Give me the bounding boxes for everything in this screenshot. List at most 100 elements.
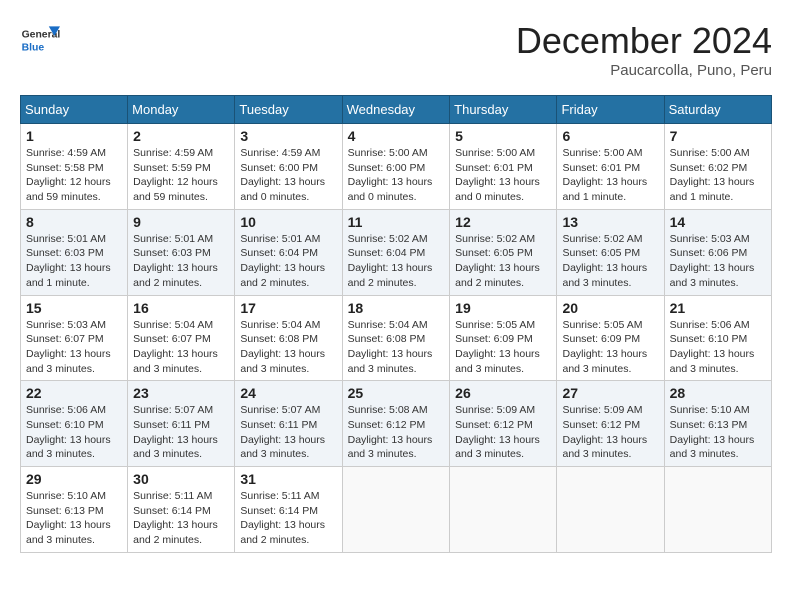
- day-header-friday: Friday: [557, 96, 664, 124]
- calendar-cell: 14 Sunrise: 5:03 AM Sunset: 6:06 PM Dayl…: [664, 209, 771, 295]
- day-number: 30: [133, 471, 229, 487]
- calendar-cell: 18 Sunrise: 5:04 AM Sunset: 6:08 PM Dayl…: [342, 295, 450, 381]
- day-number: 25: [348, 385, 445, 401]
- day-number: 5: [455, 128, 551, 144]
- day-info: Sunrise: 5:07 AM Sunset: 6:11 PM Dayligh…: [240, 403, 336, 462]
- day-header-saturday: Saturday: [664, 96, 771, 124]
- day-info: Sunrise: 5:04 AM Sunset: 6:08 PM Dayligh…: [348, 318, 445, 377]
- calendar-cell: 15 Sunrise: 5:03 AM Sunset: 6:07 PM Dayl…: [21, 295, 128, 381]
- day-info: Sunrise: 5:09 AM Sunset: 6:12 PM Dayligh…: [455, 403, 551, 462]
- calendar-cell: 1 Sunrise: 4:59 AM Sunset: 5:58 PM Dayli…: [21, 124, 128, 210]
- day-info: Sunrise: 4:59 AM Sunset: 6:00 PM Dayligh…: [240, 146, 336, 205]
- calendar-cell: 8 Sunrise: 5:01 AM Sunset: 6:03 PM Dayli…: [21, 209, 128, 295]
- day-info: Sunrise: 5:04 AM Sunset: 6:08 PM Dayligh…: [240, 318, 336, 377]
- day-number: 12: [455, 214, 551, 230]
- day-info: Sunrise: 5:02 AM Sunset: 6:05 PM Dayligh…: [562, 232, 658, 291]
- calendar-cell: 12 Sunrise: 5:02 AM Sunset: 6:05 PM Dayl…: [450, 209, 557, 295]
- day-number: 4: [348, 128, 445, 144]
- day-number: 28: [670, 385, 766, 401]
- calendar-cell: 29 Sunrise: 5:10 AM Sunset: 6:13 PM Dayl…: [21, 467, 128, 553]
- day-info: Sunrise: 5:00 AM Sunset: 6:00 PM Dayligh…: [348, 146, 445, 205]
- calendar-cell: 7 Sunrise: 5:00 AM Sunset: 6:02 PM Dayli…: [664, 124, 771, 210]
- day-number: 31: [240, 471, 336, 487]
- day-number: 14: [670, 214, 766, 230]
- day-info: Sunrise: 5:01 AM Sunset: 6:03 PM Dayligh…: [26, 232, 122, 291]
- calendar-cell: 16 Sunrise: 5:04 AM Sunset: 6:07 PM Dayl…: [128, 295, 235, 381]
- day-info: Sunrise: 4:59 AM Sunset: 5:58 PM Dayligh…: [26, 146, 122, 205]
- logo: General Blue: [20, 20, 66, 60]
- day-number: 10: [240, 214, 336, 230]
- day-info: Sunrise: 5:10 AM Sunset: 6:13 PM Dayligh…: [670, 403, 766, 462]
- day-info: Sunrise: 5:06 AM Sunset: 6:10 PM Dayligh…: [670, 318, 766, 377]
- svg-text:Blue: Blue: [22, 42, 45, 53]
- day-info: Sunrise: 5:03 AM Sunset: 6:06 PM Dayligh…: [670, 232, 766, 291]
- calendar-cell: [450, 467, 557, 553]
- day-number: 27: [562, 385, 658, 401]
- day-info: Sunrise: 5:00 AM Sunset: 6:01 PM Dayligh…: [562, 146, 658, 205]
- day-number: 19: [455, 300, 551, 316]
- calendar-cell: 21 Sunrise: 5:06 AM Sunset: 6:10 PM Dayl…: [664, 295, 771, 381]
- day-info: Sunrise: 5:02 AM Sunset: 6:04 PM Dayligh…: [348, 232, 445, 291]
- calendar-cell: 24 Sunrise: 5:07 AM Sunset: 6:11 PM Dayl…: [235, 381, 342, 467]
- calendar-cell: 27 Sunrise: 5:09 AM Sunset: 6:12 PM Dayl…: [557, 381, 664, 467]
- day-info: Sunrise: 5:07 AM Sunset: 6:11 PM Dayligh…: [133, 403, 229, 462]
- calendar-cell: 20 Sunrise: 5:05 AM Sunset: 6:09 PM Dayl…: [557, 295, 664, 381]
- day-number: 17: [240, 300, 336, 316]
- calendar-table: SundayMondayTuesdayWednesdayThursdayFrid…: [20, 95, 772, 553]
- calendar-cell: 13 Sunrise: 5:02 AM Sunset: 6:05 PM Dayl…: [557, 209, 664, 295]
- day-info: Sunrise: 4:59 AM Sunset: 5:59 PM Dayligh…: [133, 146, 229, 205]
- calendar-cell: 4 Sunrise: 5:00 AM Sunset: 6:00 PM Dayli…: [342, 124, 450, 210]
- day-info: Sunrise: 5:05 AM Sunset: 6:09 PM Dayligh…: [562, 318, 658, 377]
- day-number: 7: [670, 128, 766, 144]
- day-info: Sunrise: 5:08 AM Sunset: 6:12 PM Dayligh…: [348, 403, 445, 462]
- header: General Blue December 2024 Paucarcolla, …: [20, 20, 772, 79]
- day-number: 29: [26, 471, 122, 487]
- day-number: 15: [26, 300, 122, 316]
- calendar-cell: [557, 467, 664, 553]
- calendar-cell: 23 Sunrise: 5:07 AM Sunset: 6:11 PM Dayl…: [128, 381, 235, 467]
- calendar-cell: 10 Sunrise: 5:01 AM Sunset: 6:04 PM Dayl…: [235, 209, 342, 295]
- day-info: Sunrise: 5:00 AM Sunset: 6:01 PM Dayligh…: [455, 146, 551, 205]
- day-number: 9: [133, 214, 229, 230]
- day-number: 26: [455, 385, 551, 401]
- calendar-cell: 3 Sunrise: 4:59 AM Sunset: 6:00 PM Dayli…: [235, 124, 342, 210]
- day-header-sunday: Sunday: [21, 96, 128, 124]
- calendar-cell: [664, 467, 771, 553]
- day-info: Sunrise: 5:09 AM Sunset: 6:12 PM Dayligh…: [562, 403, 658, 462]
- day-info: Sunrise: 5:00 AM Sunset: 6:02 PM Dayligh…: [670, 146, 766, 205]
- calendar-cell: 19 Sunrise: 5:05 AM Sunset: 6:09 PM Dayl…: [450, 295, 557, 381]
- day-number: 21: [670, 300, 766, 316]
- day-info: Sunrise: 5:03 AM Sunset: 6:07 PM Dayligh…: [26, 318, 122, 377]
- day-number: 6: [562, 128, 658, 144]
- day-number: 8: [26, 214, 122, 230]
- day-header-tuesday: Tuesday: [235, 96, 342, 124]
- calendar-cell: 2 Sunrise: 4:59 AM Sunset: 5:59 PM Dayli…: [128, 124, 235, 210]
- calendar-cell: 11 Sunrise: 5:02 AM Sunset: 6:04 PM Dayl…: [342, 209, 450, 295]
- day-number: 1: [26, 128, 122, 144]
- day-number: 18: [348, 300, 445, 316]
- day-number: 3: [240, 128, 336, 144]
- day-number: 11: [348, 214, 445, 230]
- calendar-cell: 30 Sunrise: 5:11 AM Sunset: 6:14 PM Dayl…: [128, 467, 235, 553]
- day-header-thursday: Thursday: [450, 96, 557, 124]
- day-number: 23: [133, 385, 229, 401]
- calendar-cell: 5 Sunrise: 5:00 AM Sunset: 6:01 PM Dayli…: [450, 124, 557, 210]
- day-info: Sunrise: 5:05 AM Sunset: 6:09 PM Dayligh…: [455, 318, 551, 377]
- calendar-cell: 28 Sunrise: 5:10 AM Sunset: 6:13 PM Dayl…: [664, 381, 771, 467]
- day-info: Sunrise: 5:01 AM Sunset: 6:03 PM Dayligh…: [133, 232, 229, 291]
- subtitle: Paucarcolla, Puno, Peru: [516, 62, 772, 79]
- day-number: 24: [240, 385, 336, 401]
- day-number: 2: [133, 128, 229, 144]
- day-info: Sunrise: 5:04 AM Sunset: 6:07 PM Dayligh…: [133, 318, 229, 377]
- day-info: Sunrise: 5:02 AM Sunset: 6:05 PM Dayligh…: [455, 232, 551, 291]
- day-header-monday: Monday: [128, 96, 235, 124]
- calendar-cell: [342, 467, 450, 553]
- calendar-cell: 26 Sunrise: 5:09 AM Sunset: 6:12 PM Dayl…: [450, 381, 557, 467]
- day-info: Sunrise: 5:06 AM Sunset: 6:10 PM Dayligh…: [26, 403, 122, 462]
- day-info: Sunrise: 5:10 AM Sunset: 6:13 PM Dayligh…: [26, 489, 122, 548]
- calendar-cell: 17 Sunrise: 5:04 AM Sunset: 6:08 PM Dayl…: [235, 295, 342, 381]
- calendar-cell: 9 Sunrise: 5:01 AM Sunset: 6:03 PM Dayli…: [128, 209, 235, 295]
- day-number: 22: [26, 385, 122, 401]
- month-title: December 2024: [516, 20, 772, 62]
- day-number: 16: [133, 300, 229, 316]
